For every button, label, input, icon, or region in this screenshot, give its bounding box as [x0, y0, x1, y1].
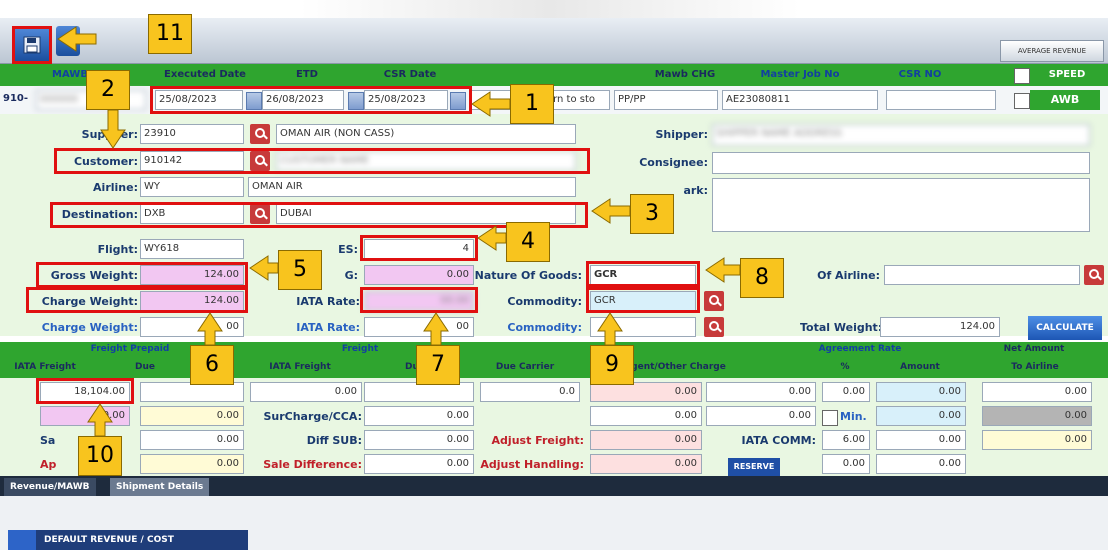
annotation-arrows: [57, 26, 741, 437]
highlight-save: [12, 26, 52, 64]
callout-6: 6: [190, 345, 234, 385]
arrow-4: [477, 225, 507, 251]
arrow-5: [249, 255, 279, 281]
arrow-3: [591, 198, 631, 224]
callout-4: 4: [506, 222, 550, 262]
callout-1: 1: [510, 84, 554, 124]
callout-5: 5: [278, 250, 322, 290]
callout-8: 8: [740, 258, 784, 298]
callout-9: 9: [590, 345, 634, 385]
callout-10: 10: [78, 436, 122, 476]
callout-11: 11: [148, 14, 192, 54]
callout-7: 7: [416, 345, 460, 385]
callout-2: 2: [86, 70, 130, 110]
arrow-10: [87, 403, 113, 437]
arrow-8: [705, 257, 741, 283]
arrow-1: [471, 91, 511, 117]
callout-3: 3: [630, 194, 674, 234]
arrow-6: [197, 312, 223, 346]
arrow-7: [423, 312, 449, 346]
arrow-2: [100, 109, 126, 149]
arrow-9: [597, 312, 623, 346]
arrow-11: [57, 26, 97, 52]
